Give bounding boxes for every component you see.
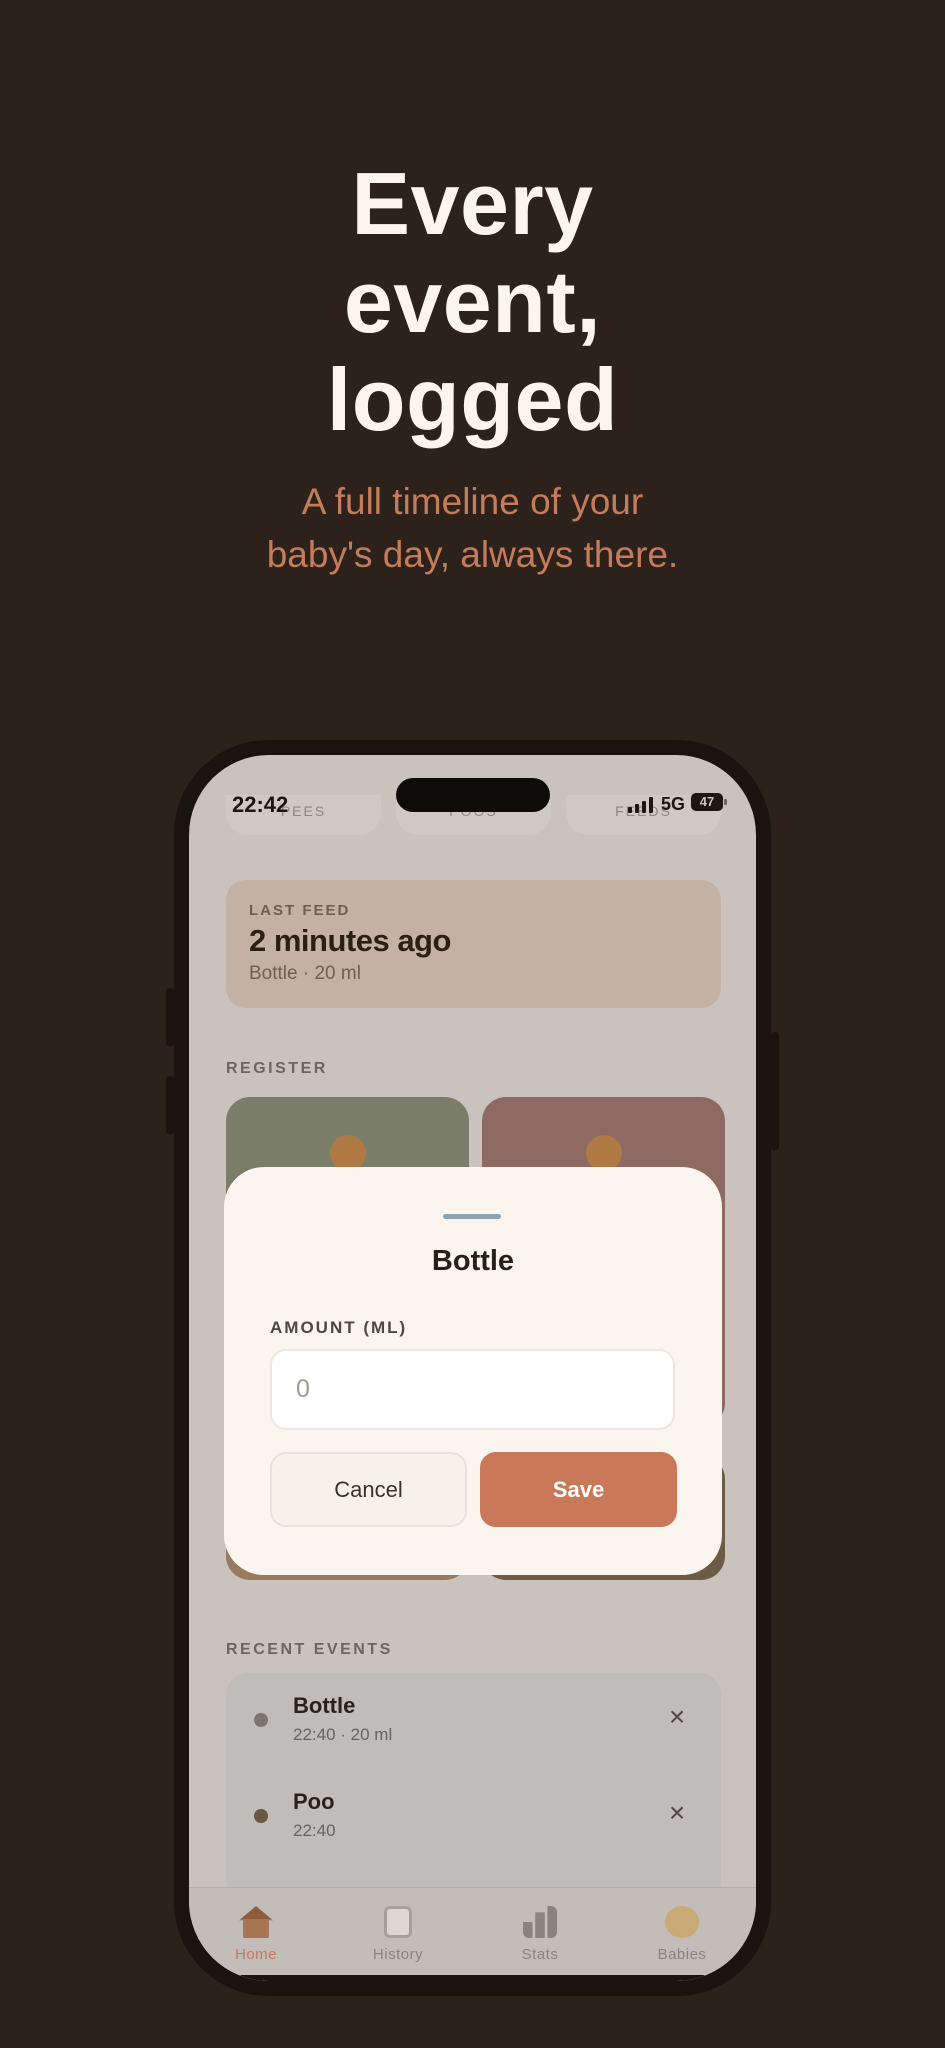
tab-label: Home	[234, 1946, 277, 1963]
bar-chart-icon	[523, 1906, 557, 1938]
subtitle-line: A full timeline of your	[301, 481, 644, 522]
battery-level: 47	[699, 794, 715, 809]
network-type: 5G	[661, 794, 686, 814]
headline-line: logged	[326, 350, 619, 449]
volume-up-button	[166, 1076, 174, 1134]
close-icon[interactable]: ×	[663, 1703, 691, 1731]
headline-line: event,	[343, 252, 602, 351]
power-button	[771, 1032, 779, 1150]
tab-label: History	[372, 1946, 424, 1963]
tab-label: Babies	[657, 1946, 707, 1963]
action-button	[166, 988, 174, 1046]
headline-line: Every	[351, 154, 594, 253]
home-indicator[interactable]	[239, 1975, 706, 1981]
event-subtitle: 22:40 · 20 ml	[293, 1725, 393, 1744]
list-item[interactable]: Poo 22:40 ×	[226, 1769, 721, 1849]
save-button[interactable]: Save	[480, 1452, 677, 1527]
last-feed-value: 2 minutes ago	[249, 923, 451, 958]
tab-home[interactable]: Home	[196, 1906, 316, 1963]
list-item[interactable]: Bottle 22:40 · 20 ml ×	[226, 1673, 721, 1753]
cancel-button[interactable]: Cancel	[270, 1452, 467, 1527]
tab-bar: Home History Stats Babies	[189, 1887, 756, 1981]
house-icon	[239, 1906, 273, 1938]
last-feed-label: LAST FEED	[249, 902, 351, 919]
status-bar: 22:42 5G 47	[189, 755, 756, 835]
recent-events-list: Bottle 22:40 · 20 ml × Poo 22:40 ×	[226, 1673, 721, 1903]
tab-history[interactable]: History	[338, 1906, 458, 1963]
event-subtitle: 22:40	[293, 1821, 336, 1840]
event-dot-icon	[254, 1809, 268, 1823]
baby-face-icon	[665, 1906, 699, 1938]
signal-icon	[628, 797, 655, 813]
event-dot-icon	[254, 1713, 268, 1727]
battery-icon: 47	[691, 793, 727, 811]
tab-stats[interactable]: Stats	[480, 1906, 600, 1963]
status-time: 22:42	[232, 792, 289, 817]
promo-subtitle: A full timeline of your baby's day, alwa…	[0, 475, 945, 581]
tab-babies[interactable]: Babies	[622, 1906, 742, 1963]
dynamic-island	[396, 778, 550, 812]
breastfeed-icon	[586, 1135, 622, 1171]
last-feed-detail: Bottle · 20 ml	[249, 963, 361, 984]
close-icon[interactable]: ×	[663, 1799, 691, 1827]
subtitle-line: baby's day, always there.	[266, 534, 679, 575]
amount-field-label: AMOUNT (ML)	[270, 1318, 408, 1337]
event-title: Poo	[293, 1789, 335, 1814]
tab-label: Stats	[521, 1946, 559, 1963]
last-feed-card[interactable]: LAST FEED 2 minutes ago Bottle · 20 ml	[226, 880, 721, 1008]
promo-headline: Every event, logged	[0, 155, 945, 449]
recent-events-label: RECENT EVENTS	[226, 1641, 393, 1658]
event-title: Bottle	[293, 1693, 356, 1718]
modal-title: Bottle	[431, 1245, 515, 1277]
register-section-label: REGISTER	[226, 1060, 328, 1077]
amount-input[interactable]	[270, 1349, 675, 1430]
bottle-modal: Bottle AMOUNT (ML) Cancel Save	[224, 1167, 722, 1575]
clipboard-icon	[384, 1906, 412, 1938]
drag-handle[interactable]	[443, 1214, 501, 1219]
bottle-icon	[330, 1135, 366, 1171]
